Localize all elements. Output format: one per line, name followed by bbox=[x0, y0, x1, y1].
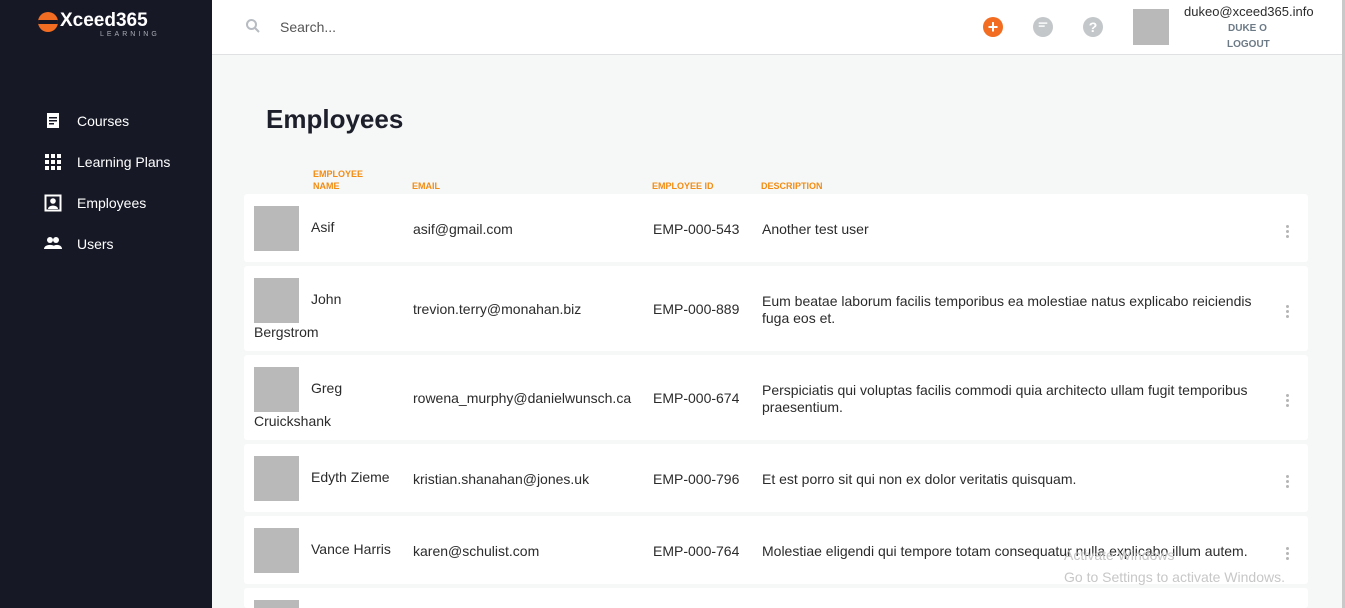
page-title: Employees bbox=[266, 104, 404, 134]
sidebar-item-learning-plans[interactable]: Learning Plans bbox=[0, 141, 212, 182]
more-options-icon[interactable] bbox=[1280, 302, 1294, 320]
more-options-icon[interactable] bbox=[1280, 391, 1294, 409]
chat-button[interactable] bbox=[1033, 17, 1053, 37]
employee-name: Asif bbox=[254, 219, 404, 236]
contact-card-icon bbox=[44, 194, 62, 212]
employee-email: karen@schulist.com bbox=[413, 543, 540, 559]
table-row[interactable]: Edyth Zieme kristian.shanahan@jones.uk E… bbox=[244, 444, 1308, 512]
employee-email: trevion.terry@monahan.biz bbox=[413, 301, 582, 317]
column-header-name[interactable]: EMPLOYEE NAME bbox=[313, 168, 383, 192]
employee-id: EMP-000-796 bbox=[653, 471, 740, 487]
employee-id: EMP-000-889 bbox=[653, 301, 740, 317]
employee-name: Vance Harris bbox=[254, 541, 404, 558]
more-options-icon[interactable] bbox=[1280, 222, 1294, 240]
sidebar-item-label: Users bbox=[77, 235, 114, 252]
employee-name: Edyth Zieme bbox=[254, 469, 404, 486]
table-row[interactable] bbox=[244, 588, 1308, 608]
windows-activation-watermark: Activate Windows Go to Settings to activ… bbox=[1064, 544, 1285, 588]
chat-icon bbox=[1037, 18, 1049, 36]
column-header-email[interactable]: EMAIL bbox=[412, 180, 440, 192]
users-icon bbox=[44, 235, 62, 253]
watermark-line1: Activate Windows bbox=[1064, 547, 1175, 563]
employee-id: EMP-000-674 bbox=[653, 390, 740, 406]
watermark-line2: Go to Settings to activate Windows. bbox=[1064, 569, 1285, 585]
logout-link[interactable]: LOGOUT bbox=[1227, 39, 1270, 50]
top-bar: + ? dukeo@xceed365.info DUKE O LOGOUT bbox=[212, 0, 1342, 55]
sidebar-item-employees[interactable]: Employees bbox=[0, 182, 212, 223]
employee-last-name: Bergstrom bbox=[254, 324, 319, 340]
employee-avatar bbox=[254, 600, 299, 608]
employee-description: Et est porro sit qui non ex dolor verita… bbox=[762, 471, 1077, 487]
sidebar-item-label: Learning Plans bbox=[77, 153, 171, 170]
user-email: dukeo@xceed365.info bbox=[1184, 4, 1314, 19]
employee-first-name: Greg bbox=[311, 380, 343, 396]
search-icon bbox=[245, 18, 261, 34]
employee-name: Greg Cruickshank bbox=[254, 380, 404, 430]
help-button[interactable]: ? bbox=[1083, 17, 1103, 37]
employee-first-name: John bbox=[311, 291, 342, 307]
employee-description: Perspiciatis qui voluptas facilis commod… bbox=[762, 382, 1248, 415]
question-icon: ? bbox=[1088, 19, 1098, 35]
brand-subtitle: LEARNING bbox=[100, 31, 160, 38]
employee-description: Eum beatae laborum facilis temporibus ea… bbox=[762, 293, 1252, 326]
user-avatar[interactable] bbox=[1133, 9, 1169, 45]
employee-name: John Bergstrom bbox=[254, 291, 404, 341]
grid-icon bbox=[44, 153, 62, 171]
document-icon bbox=[44, 112, 62, 130]
employee-email: kristian.shanahan@jones.uk bbox=[413, 471, 590, 487]
employee-id: EMP-000-543 bbox=[653, 221, 740, 237]
more-options-icon[interactable] bbox=[1280, 472, 1294, 490]
search-input[interactable] bbox=[280, 15, 680, 39]
employee-email: rowena_murphy@danielwunsch.ca bbox=[413, 390, 632, 406]
employee-email: asif@gmail.com bbox=[413, 221, 513, 237]
plus-icon: + bbox=[987, 17, 999, 37]
employee-first-name: Edyth Zieme bbox=[311, 469, 390, 485]
sidebar-item-label: Courses bbox=[77, 112, 130, 129]
column-header-description[interactable]: DESCRIPTION bbox=[761, 180, 823, 192]
sidebar-item-users[interactable]: Users bbox=[0, 223, 212, 264]
sidebar-item-courses[interactable]: Courses bbox=[0, 100, 212, 141]
user-name: DUKE O bbox=[1228, 23, 1267, 34]
employee-id: EMP-000-764 bbox=[653, 543, 740, 559]
table-row[interactable]: Asif asif@gmail.com EMP-000-543 Another … bbox=[244, 194, 1308, 262]
employee-last-name: Cruickshank bbox=[254, 413, 332, 429]
sidebar-item-label: Employees bbox=[77, 194, 147, 211]
table-row[interactable]: Greg Cruickshank rowena_murphy@danielwun… bbox=[244, 355, 1308, 440]
employee-description: Another test user bbox=[762, 221, 869, 237]
table-row[interactable]: John Bergstrom trevion.terry@monahan.biz… bbox=[244, 266, 1308, 351]
column-header-employee-id[interactable]: EMPLOYEE ID bbox=[652, 180, 714, 192]
sidebar-nav: Courses Learning Plans Employees Users bbox=[0, 100, 212, 264]
employee-first-name: Vance Harris bbox=[311, 541, 391, 557]
logo-mark-icon bbox=[38, 12, 58, 32]
brand-name: Xceed365 bbox=[60, 10, 148, 31]
add-button[interactable]: + bbox=[983, 17, 1003, 37]
employee-first-name: Asif bbox=[311, 219, 335, 235]
sidebar: Xceed365 LEARNING Courses Learning Plans bbox=[0, 0, 212, 608]
